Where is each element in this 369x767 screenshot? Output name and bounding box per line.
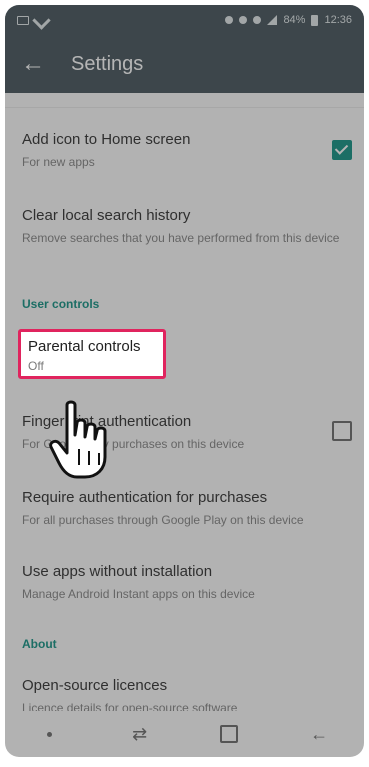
section-about: About <box>22 637 57 651</box>
nav-dot-button[interactable] <box>30 719 70 749</box>
list-divider <box>5 93 364 108</box>
setting-add-icon[interactable]: Add icon to Home screen For new apps <box>5 131 364 170</box>
clock: 12:36 <box>324 14 352 26</box>
add-icon-checkbox[interactable] <box>332 140 352 160</box>
navigation-bar: ⇄ ← <box>5 711 364 757</box>
back-button[interactable]: ← <box>5 35 61 93</box>
back-icon: ← <box>310 723 329 744</box>
setting-instant-apps[interactable]: Use apps without installation Manage And… <box>5 563 364 602</box>
home-icon <box>220 725 239 743</box>
battery-icon <box>311 14 319 26</box>
recents-icon: ⇄ <box>132 723 148 744</box>
dim-overlay <box>5 5 364 757</box>
app-bar: ← Settings <box>5 35 364 93</box>
parental-controls-title: Parental controls <box>28 338 141 355</box>
wifi-icon <box>253 16 262 24</box>
home-button[interactable] <box>209 719 249 749</box>
recents-button[interactable]: ⇄ <box>120 719 160 749</box>
back-nav-button[interactable]: ← <box>299 719 339 749</box>
setting-fingerprint[interactable]: Fingerprint authentication For Google Pl… <box>5 413 364 452</box>
dot-icon <box>47 731 53 737</box>
page-title: Settings <box>71 52 144 75</box>
setting-parental-controls[interactable]: Parental controls Off <box>18 329 166 379</box>
device-screen: 84% 12:36 ← Settings Add icon to Home sc… <box>5 5 364 757</box>
wrench-icon <box>32 10 51 30</box>
signal-icon <box>267 15 278 25</box>
settings-list <box>5 93 364 108</box>
notification-icon <box>17 15 29 25</box>
status-bar: 84% 12:36 <box>5 5 364 35</box>
parental-controls-status: Off <box>28 359 44 373</box>
arrow-left-icon: ← <box>21 50 45 77</box>
setting-require-auth[interactable]: Require authentication for purchases For… <box>5 489 364 528</box>
section-user-controls: User controls <box>22 297 100 311</box>
battery-percent: 84% <box>283 14 306 26</box>
bluetooth-icon <box>225 16 234 24</box>
nfc-icon <box>239 16 248 24</box>
fingerprint-checkbox[interactable] <box>332 421 352 441</box>
setting-clear-history[interactable]: Clear local search history Remove search… <box>5 207 364 246</box>
